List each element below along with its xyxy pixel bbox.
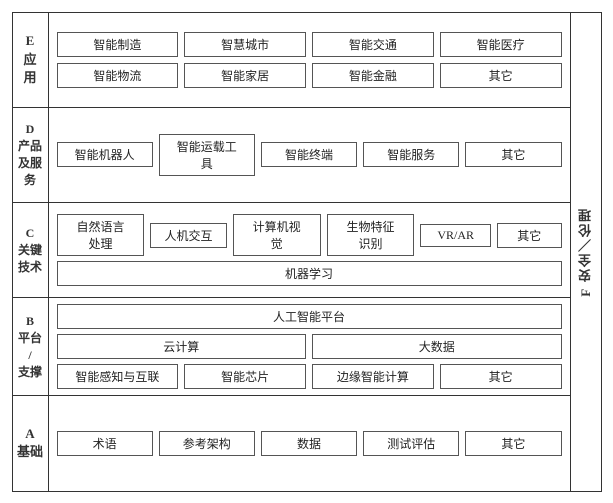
- sections-container: E应用 智能制造 智慧城市 智能交通 智能医疗 智能物流 智能家居 智能金融 其…: [13, 13, 571, 491]
- tag-e-zhizao: 智能制造: [57, 32, 179, 57]
- tag-e-qita: 其它: [440, 63, 562, 88]
- tag-a-shuju: 数据: [261, 431, 357, 456]
- section-b-row1: 人工智能平台: [57, 304, 562, 329]
- section-f: F 安全／伦理: [571, 13, 601, 491]
- section-b-body: 人工智能平台 云计算 大数据 智能感知与互联 智能芯片 边缘智能计算 其它: [49, 298, 570, 395]
- tag-c-jisuanji: 计算机视觉: [233, 214, 321, 256]
- tag-a-qita: 其它: [465, 431, 561, 456]
- section-e: E应用 智能制造 智慧城市 智能交通 智能医疗 智能物流 智能家居 智能金融 其…: [13, 13, 570, 108]
- section-d: D产品及服务 智能机器人 智能运载工具 智能终端 智能服务 其它: [13, 108, 570, 203]
- section-e-label: E应用: [13, 13, 49, 107]
- section-b-label: B平台/支撑: [13, 298, 49, 395]
- tag-c-yuyan: 自然语言处理: [57, 214, 145, 256]
- tag-d-yunzai: 智能运载工具: [159, 134, 255, 176]
- tag-b-qita: 其它: [440, 364, 562, 389]
- section-d-label: D产品及服务: [13, 108, 49, 202]
- tag-d-fuwu: 智能服务: [363, 142, 459, 167]
- section-a-body: 术语 参考架构 数据 测试评估 其它: [49, 396, 570, 490]
- section-d-row1: 智能机器人 智能运载工具 智能终端 智能服务 其它: [57, 134, 562, 176]
- tag-e-jiaotong: 智能交通: [312, 32, 434, 57]
- tag-b-yunjisuan: 云计算: [57, 334, 307, 359]
- tag-a-ceshi: 测试评估: [363, 431, 459, 456]
- section-e-row2: 智能物流 智能家居 智能金融 其它: [57, 63, 562, 88]
- tag-e-wuliu: 智能物流: [57, 63, 179, 88]
- tag-c-vrar: VR/AR: [420, 224, 490, 247]
- section-b: B平台/支撑 人工智能平台 云计算 大数据 智能感知与互联 智能芯片 边缘智能计…: [13, 298, 570, 396]
- tag-d-jiqiren: 智能机器人: [57, 142, 153, 167]
- section-a: A基础 术语 参考架构 数据 测试评估 其它: [13, 396, 570, 490]
- tag-b-dashuju: 大数据: [312, 334, 562, 359]
- section-c: C关键技术 自然语言处理 人机交互 计算机视觉 生物特征识别 VR/AR 其它 …: [13, 203, 570, 298]
- tag-a-cankao: 参考架构: [159, 431, 255, 456]
- section-e-row1: 智能制造 智慧城市 智能交通 智能医疗: [57, 32, 562, 57]
- section-a-label: A基础: [13, 396, 49, 490]
- tag-b-platform: 人工智能平台: [57, 304, 562, 329]
- tag-d-qita: 其它: [465, 142, 561, 167]
- section-b-row3: 智能感知与互联 智能芯片 边缘智能计算 其它: [57, 364, 562, 389]
- tag-e-jinrong: 智能金融: [312, 63, 434, 88]
- main-diagram: E应用 智能制造 智慧城市 智能交通 智能医疗 智能物流 智能家居 智能金融 其…: [12, 12, 602, 492]
- tag-c-qita: 其它: [497, 223, 562, 248]
- tag-d-zhongduan: 智能终端: [261, 142, 357, 167]
- section-c-label: C关键技术: [13, 203, 49, 297]
- section-c-row1: 自然语言处理 人机交互 计算机视觉 生物特征识别 VR/AR 其它: [57, 214, 562, 256]
- tag-e-jiaju: 智能家居: [184, 63, 306, 88]
- tag-b-zhigan: 智能感知与互联: [57, 364, 179, 389]
- section-c-body: 自然语言处理 人机交互 计算机视觉 生物特征识别 VR/AR 其它 机器学习: [49, 203, 570, 297]
- tag-b-芯片: 智能芯片: [184, 364, 306, 389]
- tag-a-shuyu: 术语: [57, 431, 153, 456]
- section-e-body: 智能制造 智慧城市 智能交通 智能医疗 智能物流 智能家居 智能金融 其它: [49, 13, 570, 107]
- section-c-row2: 机器学习: [57, 261, 562, 286]
- tag-b-bianyuan: 边缘智能计算: [312, 364, 434, 389]
- tag-c-shengwu: 生物特征识别: [327, 214, 415, 256]
- tag-c-jiqixuexi: 机器学习: [57, 261, 562, 286]
- section-f-label: F 安全／伦理: [576, 207, 595, 297]
- tag-c-renji: 人机交互: [150, 223, 226, 248]
- section-a-row1: 术语 参考架构 数据 测试评估 其它: [57, 431, 562, 456]
- section-d-body: 智能机器人 智能运载工具 智能终端 智能服务 其它: [49, 108, 570, 202]
- section-b-row2: 云计算 大数据: [57, 334, 562, 359]
- tag-e-yiliao: 智能医疗: [440, 32, 562, 57]
- tag-e-chengshi: 智慧城市: [184, 32, 306, 57]
